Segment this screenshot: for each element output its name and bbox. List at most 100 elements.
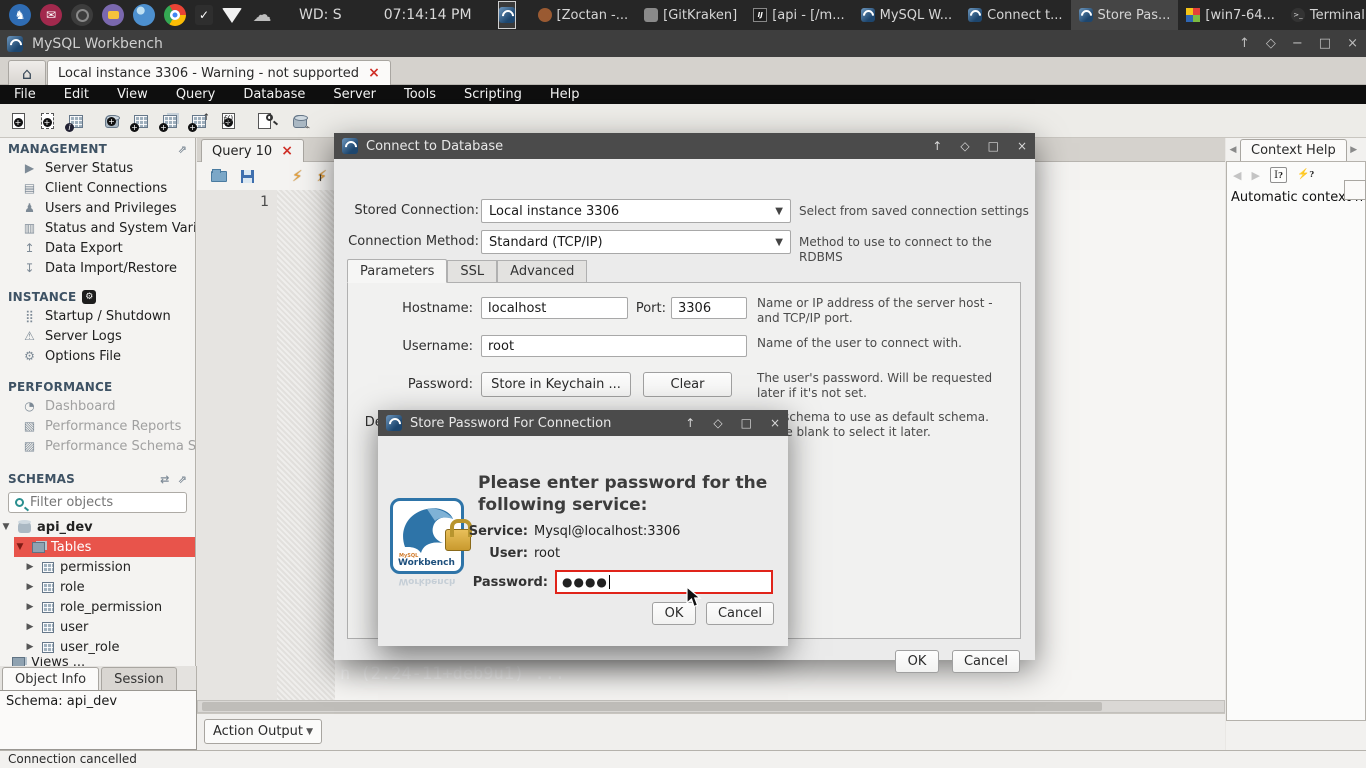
auto-context-help-icon[interactable]: ⚡? xyxy=(1297,167,1314,183)
tab-advanced[interactable]: Advanced xyxy=(497,260,587,283)
menu-help[interactable]: Help xyxy=(536,87,594,102)
sidebar-item-performance-reports[interactable]: ▧Performance Reports xyxy=(0,416,195,436)
cloud-icon[interactable]: ☁ xyxy=(251,4,273,26)
sidebar-item-server-logs[interactable]: ⚠Server Logs xyxy=(0,326,195,346)
menu-edit[interactable]: Edit xyxy=(50,87,103,102)
sidebar-item-data-export[interactable]: ↥Data Export xyxy=(0,238,195,258)
expand-icon[interactable]: ⇗ xyxy=(178,473,187,486)
tab-scroll-left-icon[interactable]: ◀ xyxy=(1226,145,1240,155)
execute-current-icon[interactable]: ⚡I xyxy=(317,167,322,185)
maximize-button[interactable]: □ xyxy=(988,139,999,153)
open-script-icon[interactable] xyxy=(211,171,227,182)
execute-icon[interactable]: ⚡ xyxy=(292,167,303,185)
new-view-icon[interactable]: +↑ xyxy=(187,109,211,133)
connection-method-select[interactable]: Standard (TCP/IP)▼ xyxy=(481,230,791,254)
sidebar-item-dashboard[interactable]: ◔Dashboard xyxy=(0,396,195,416)
new-routine-icon[interactable]: +ƒ() xyxy=(216,109,240,133)
task-mysql-workbench[interactable]: MySQL W... xyxy=(853,0,961,30)
sidebar-item-users-privileges[interactable]: ♟Users and Privileges xyxy=(0,198,195,218)
menu-query[interactable]: Query xyxy=(162,87,230,102)
sidebar-item-performance-schema-setup[interactable]: ▨Performance Schema Setup xyxy=(0,436,195,456)
tasks-check-icon[interactable]: ✓ xyxy=(195,5,213,25)
sidebar-item-client-connections[interactable]: ▤Client Connections xyxy=(0,178,195,198)
connect-dialog-titlebar[interactable]: Connect to Database ↑ ◇ □ × xyxy=(334,133,1035,159)
tree-node-role[interactable]: ▶role xyxy=(0,577,195,597)
chevron-right-icon[interactable]: ▶ xyxy=(24,622,36,632)
chevron-right-icon[interactable]: ▶ xyxy=(24,562,36,572)
sidebar-item-startup-shutdown[interactable]: ⣿Startup / Shutdown xyxy=(0,306,195,326)
save-script-icon[interactable] xyxy=(241,170,254,183)
pin-button[interactable]: ◇ xyxy=(1266,36,1276,51)
maximize-button[interactable]: □ xyxy=(741,416,752,430)
new-connection-icon[interactable]: + xyxy=(100,109,124,133)
tree-node-user-role[interactable]: ▶user_role xyxy=(0,637,195,657)
inquiry-icon[interactable]: i xyxy=(64,109,88,133)
tree-node-role-permission[interactable]: ▶role_permission xyxy=(0,597,195,617)
tab-close-icon[interactable]: × xyxy=(368,65,380,81)
context-help-icon[interactable]: I? xyxy=(1270,167,1287,183)
menu-tools[interactable]: Tools xyxy=(390,87,450,102)
shade-button[interactable]: ↑ xyxy=(685,416,695,430)
tree-node-permission[interactable]: ▶permission xyxy=(0,557,195,577)
clock[interactable]: 07:14:14 PM xyxy=(384,7,472,23)
chrome-icon[interactable] xyxy=(164,4,186,26)
hostname-input[interactable] xyxy=(481,297,628,319)
camera-app-icon[interactable] xyxy=(71,4,93,26)
browser-globe-icon[interactable] xyxy=(133,4,155,26)
menu-file[interactable]: File xyxy=(0,87,50,102)
wifi-icon[interactable] xyxy=(222,8,242,23)
minimize-button[interactable]: − xyxy=(1292,36,1303,51)
scrollbar-thumb[interactable] xyxy=(202,702,1102,711)
connection-tab[interactable]: Local instance 3306 - Warning - not supp… xyxy=(47,60,391,85)
new-table-icon[interactable]: + xyxy=(158,109,182,133)
chevron-down-icon[interactable]: ▼ xyxy=(0,522,12,532)
maximize-button[interactable]: □ xyxy=(1319,36,1331,51)
context-help-tab[interactable]: Context Help xyxy=(1240,139,1347,161)
sidebar-item-server-status[interactable]: ▶Server Status xyxy=(0,158,195,178)
shade-button[interactable]: ↑ xyxy=(932,139,942,153)
close-button[interactable]: × xyxy=(770,416,780,430)
menu-view[interactable]: View xyxy=(103,87,162,102)
tree-node-user[interactable]: ▶user xyxy=(0,617,195,637)
file-manager-icon[interactable] xyxy=(102,4,124,26)
tab-scroll-right-icon[interactable]: ▶ xyxy=(1347,145,1361,155)
workspace-indicator[interactable]: WD: S xyxy=(299,7,342,23)
sidebar-item-options-file[interactable]: ⚙Options File xyxy=(0,346,195,366)
migration-icon[interactable]: ⌁ xyxy=(288,109,312,133)
tab-parameters[interactable]: Parameters xyxy=(347,259,447,283)
connect-ok-button[interactable]: OK xyxy=(895,650,939,673)
task-intellij[interactable]: IJ[api - [/m... xyxy=(745,0,852,30)
password-dialog-titlebar[interactable]: Store Password For Connection ↑ ◇ □ × xyxy=(378,410,788,436)
refresh-icon[interactable]: ⇄ xyxy=(160,473,169,486)
tree-node-tables[interactable]: ▼ Tables xyxy=(14,537,195,557)
password-cancel-button[interactable]: Cancel xyxy=(706,602,774,625)
task-connect-dialog[interactable]: Connect t... xyxy=(960,0,1070,30)
port-input[interactable] xyxy=(671,297,747,319)
menu-scripting[interactable]: Scripting xyxy=(450,87,536,102)
query-tab[interactable]: Query 10 × xyxy=(201,139,304,162)
close-button[interactable]: × xyxy=(1347,36,1358,51)
sidebar-item-status-variables[interactable]: ▥Status and System Variables xyxy=(0,218,195,238)
home-tab[interactable]: ⌂ xyxy=(8,60,46,85)
pin-button[interactable]: ◇ xyxy=(960,139,969,153)
task-gitkraken[interactable]: [GitKraken] xyxy=(636,0,745,30)
chevron-right-icon[interactable]: ▶ xyxy=(24,602,36,612)
expand-icon[interactable]: ⇗ xyxy=(178,143,187,156)
stored-connection-select[interactable]: Local instance 3306▼ xyxy=(481,199,791,223)
schema-filter[interactable] xyxy=(8,492,187,513)
tab-object-info[interactable]: Object Info xyxy=(2,667,99,690)
active-window-box[interactable] xyxy=(498,1,516,29)
cat-app-icon[interactable]: ♞ xyxy=(9,4,31,26)
app-titlebar[interactable]: MySQL Workbench ↑ ◇ − □ × xyxy=(0,30,1366,57)
password-ok-button[interactable]: OK xyxy=(652,602,696,625)
task-zoctan[interactable]: [Zoctan -... xyxy=(530,0,637,30)
task-terminal[interactable]: >_Terminal ... xyxy=(1283,0,1366,30)
new-schema-icon[interactable]: + xyxy=(129,109,153,133)
clear-password-button[interactable]: Clear xyxy=(643,372,732,397)
sidebar-item-data-import[interactable]: ↧Data Import/Restore xyxy=(0,258,195,278)
chevron-right-icon[interactable]: ▶ xyxy=(24,642,36,652)
search-objects-icon[interactable] xyxy=(252,109,276,133)
chevron-down-icon[interactable]: ▼ xyxy=(14,542,26,552)
stacked-tab[interactable] xyxy=(1344,180,1366,200)
schema-node-api-dev[interactable]: ▼ api_dev xyxy=(0,517,195,537)
